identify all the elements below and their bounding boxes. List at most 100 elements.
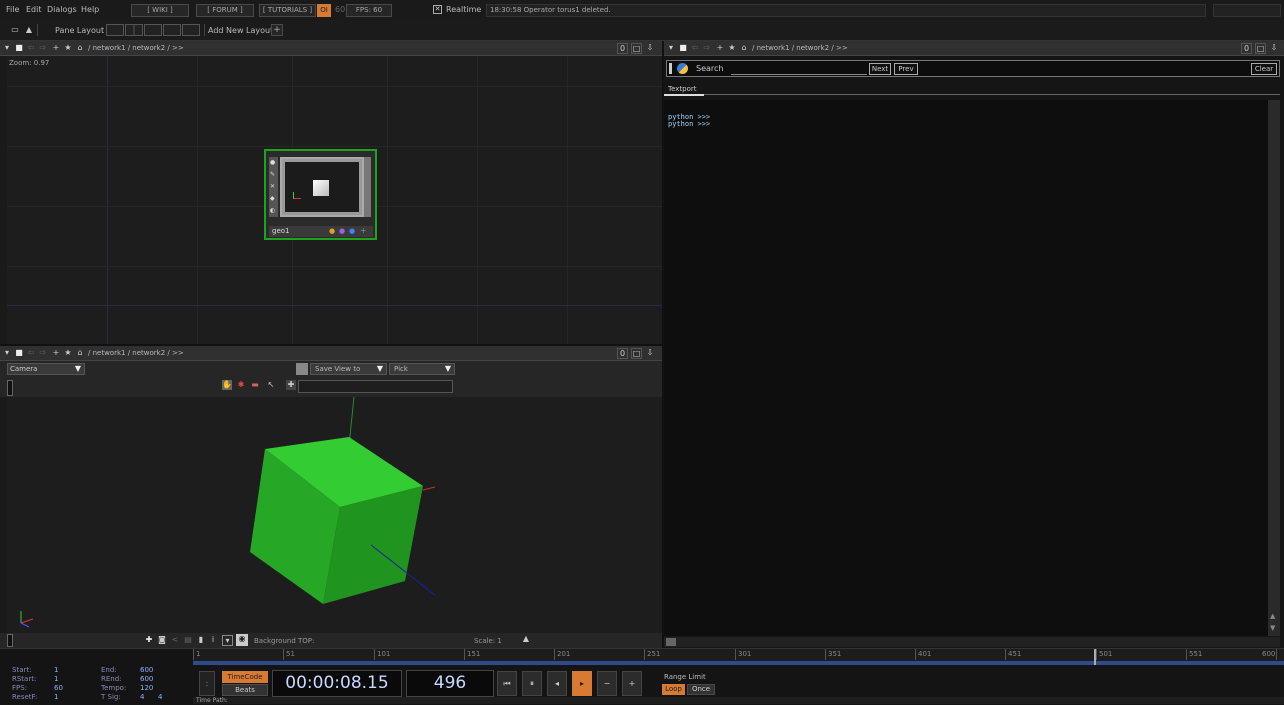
pane-0-button[interactable]: 0 <box>617 43 628 54</box>
realtime-checkbox[interactable]: ✕ <box>433 5 442 14</box>
slider-handle-icon[interactable]: ▲ <box>521 634 531 644</box>
timeline-ruler[interactable]: 1 51 101 151 201 251 301 351 401 451 501 551 600 <box>193 649 1284 661</box>
star-icon[interactable]: ★ <box>63 348 73 358</box>
chevron-down-icon[interactable]: ▾ <box>666 43 676 53</box>
folder-icon[interactable]: ▭ <box>10 25 20 35</box>
home-icon[interactable]: ⌂ <box>75 348 85 358</box>
maximize-icon[interactable]: □ <box>631 348 642 359</box>
fps-value[interactable]: 60 <box>54 684 63 692</box>
snapshot-icon[interactable]: ◉ <box>236 634 248 646</box>
breadcrumb[interactable]: / network1 / network2 / >> <box>88 349 184 357</box>
node-flag-blue[interactable]: ● <box>349 227 355 235</box>
layout-split-h[interactable] <box>144 24 162 36</box>
pin-icon[interactable]: ⇩ <box>1269 43 1279 53</box>
pane-icon[interactable]: ▲ <box>24 25 34 35</box>
forum-button[interactable]: [ FORUM ] <box>196 4 254 17</box>
plus-icon[interactable]: + <box>622 671 642 696</box>
maximize-icon[interactable]: □ <box>1255 43 1266 54</box>
star-icon[interactable]: ★ <box>727 43 737 53</box>
step-back-icon[interactable]: ◂ <box>547 671 567 696</box>
search-handle[interactable] <box>669 63 672 74</box>
pane-0-button[interactable]: 0 <box>1241 43 1252 54</box>
layout-quad[interactable] <box>163 24 181 36</box>
hand-icon[interactable]: ✋ <box>222 380 232 390</box>
chevron-down-icon[interactable]: ▾ <box>2 43 12 53</box>
camera-icon[interactable]: ◙ <box>157 635 167 645</box>
viewer-input[interactable] <box>298 380 453 393</box>
rstart-value[interactable]: 1 <box>54 675 58 683</box>
minus-icon[interactable]: − <box>597 671 617 696</box>
time-mode-handle[interactable]: : <box>199 671 215 696</box>
pointer-icon[interactable]: ↖ <box>266 380 276 390</box>
layout-single[interactable] <box>106 24 124 36</box>
tutorials-button[interactable]: [ TUTORIALS ] <box>259 4 316 17</box>
viewer-left-handle[interactable] <box>7 380 13 396</box>
plus-icon[interactable]: + <box>715 43 725 53</box>
home-icon[interactable]: ⌂ <box>739 43 749 53</box>
tsig-a-value[interactable]: 4 <box>140 693 144 701</box>
tsig-b-value[interactable]: 4 <box>158 693 162 701</box>
chevron-down-icon[interactable]: ▾ <box>2 348 12 358</box>
pause-icon[interactable]: ⏸ <box>522 671 542 696</box>
clear-button[interactable]: Clear <box>1251 63 1277 75</box>
forward-icon[interactable]: ⇨ <box>702 43 712 53</box>
rend-value[interactable]: 600 <box>140 675 153 683</box>
wiki-button[interactable]: [ WIKI ] <box>131 4 189 17</box>
plus-icon[interactable]: + <box>51 43 61 53</box>
menu-help[interactable]: Help <box>81 5 99 14</box>
layout-grid[interactable] <box>182 24 200 36</box>
node-edit-icon[interactable]: ✎ <box>270 171 275 178</box>
hscroll-thumb[interactable] <box>666 638 676 646</box>
transform-icon[interactable]: ▬ <box>250 380 260 390</box>
textport-scrollbar[interactable]: ▲ ▼ <box>1268 100 1280 636</box>
search-input[interactable] <box>731 64 867 75</box>
forward-icon[interactable]: ⇨ <box>38 348 48 358</box>
forward-icon[interactable]: ⇨ <box>38 43 48 53</box>
node-name[interactable]: geo1 <box>272 227 290 235</box>
viewport-3d[interactable] <box>7 397 662 633</box>
scroll-down-icon[interactable]: ▼ <box>1270 624 1275 632</box>
menu-dialogs[interactable]: Dialogs <box>47 5 77 14</box>
star-icon[interactable]: ★ <box>63 43 73 53</box>
bottom-left-handle[interactable] <box>7 634 13 647</box>
scroll-up-icon[interactable]: ▲ <box>1270 612 1275 620</box>
menu-edit[interactable]: Edit <box>26 5 42 14</box>
add-layout-button[interactable]: + <box>271 24 283 36</box>
stop-icon[interactable]: ■ <box>14 348 24 358</box>
tab-textport[interactable]: Textport <box>668 85 697 93</box>
prev-button[interactable]: Prev <box>894 63 918 75</box>
info-icon[interactable]: i <box>208 635 218 645</box>
angle-icon[interactable]: < <box>170 635 180 645</box>
breadcrumb[interactable]: / network1 / network2 / >> <box>752 44 848 52</box>
grid-icon[interactable]: ▤ <box>183 635 193 645</box>
tempo-value[interactable]: 120 <box>140 684 153 692</box>
plus-icon[interactable]: + <box>51 348 61 358</box>
node-flag-orange[interactable]: ● <box>329 227 335 235</box>
plus-icon[interactable]: ✚ <box>144 635 154 645</box>
stop-icon[interactable]: ■ <box>14 43 24 53</box>
timeline-range[interactable] <box>193 661 1284 665</box>
rewind-icon[interactable]: ⏮ <box>497 671 517 696</box>
frame-display[interactable]: 496 <box>406 670 494 697</box>
resetf-value[interactable]: 1 <box>54 693 58 701</box>
textport-output[interactable]: python >>> python >>> <box>664 100 1268 636</box>
pin-icon[interactable]: ⇩ <box>645 348 655 358</box>
timecode-display[interactable]: 00:00:08.15 <box>272 670 402 697</box>
node-circle-icon[interactable]: ● <box>270 159 275 166</box>
stop-icon[interactable]: ■ <box>678 43 688 53</box>
textport-hscroll[interactable] <box>664 637 1280 647</box>
timeline-playhead[interactable] <box>1094 649 1096 665</box>
dropdown-icon[interactable]: ▾ <box>222 635 233 646</box>
maximize-icon[interactable]: □ <box>631 43 642 54</box>
play-icon[interactable]: ▸ <box>572 671 592 696</box>
select-icon[interactable]: ✱ <box>236 380 246 390</box>
oi-button[interactable]: OI <box>317 4 331 17</box>
back-icon[interactable]: ⇦ <box>26 348 36 358</box>
start-value[interactable]: 1 <box>54 666 58 674</box>
add-tool-icon[interactable]: ✚ <box>286 380 296 390</box>
node-lock-icon[interactable]: ◆ <box>270 195 275 202</box>
next-button[interactable]: Next <box>869 63 891 75</box>
layout-split-v[interactable] <box>125 24 143 36</box>
node-bypass-icon[interactable]: ✕ <box>270 183 275 190</box>
once-button[interactable]: Once <box>687 684 715 695</box>
